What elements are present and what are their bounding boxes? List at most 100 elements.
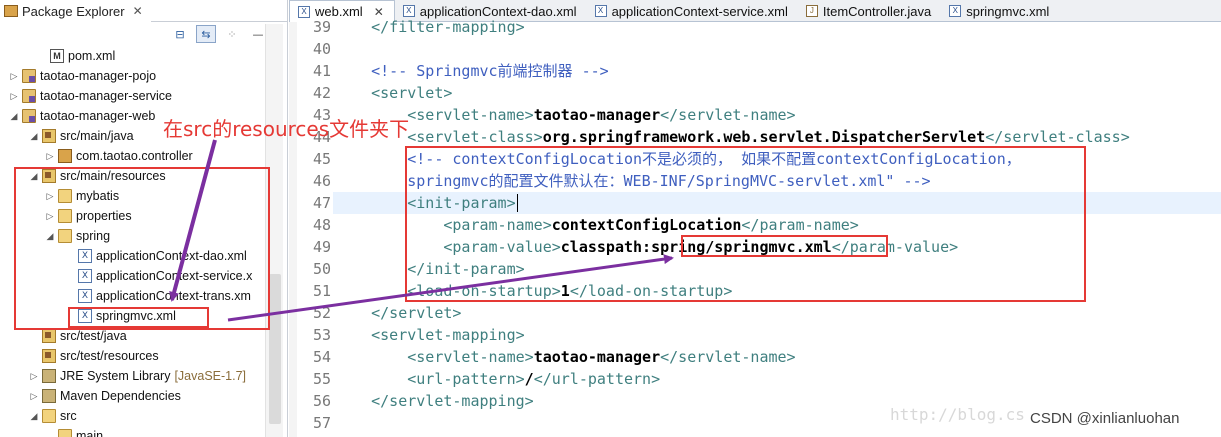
close-icon[interactable]: ✕ bbox=[133, 4, 143, 18]
code-line[interactable]: <servlet> bbox=[335, 82, 452, 104]
tree-item[interactable]: ▷ taotao-manager-pojo bbox=[8, 66, 156, 86]
code-token-text: org.springframework.web.servlet.Dispatch… bbox=[542, 128, 986, 146]
code-token-tag: <servlet-mapping> bbox=[335, 326, 525, 344]
library-icon bbox=[42, 369, 56, 383]
folder-icon bbox=[58, 429, 72, 437]
overview-ruler bbox=[289, 22, 297, 437]
code-line[interactable]: </servlet-mapping> bbox=[335, 390, 534, 412]
tree-item[interactable]: ▷ Maven Dependencies bbox=[28, 386, 181, 406]
tree-item-label: pom.xml bbox=[68, 49, 116, 63]
expanded-arrow-icon[interactable]: ◢ bbox=[8, 111, 20, 122]
tree-item-label: com.taotao.controller bbox=[76, 149, 193, 163]
code-token-tag: </servlet-name> bbox=[660, 106, 796, 124]
code-line[interactable]: </filter-mapping> bbox=[335, 16, 525, 38]
annotation-text: 在src的resources文件夹下 bbox=[163, 117, 410, 141]
collapsed-arrow-icon[interactable]: ▷ bbox=[8, 91, 20, 102]
code-token-tag: </servlet-name> bbox=[660, 348, 796, 366]
tree-item[interactable]: ▷ taotao-manager-service bbox=[8, 86, 172, 106]
line-number: 57 bbox=[312, 414, 331, 432]
line-number: 56 bbox=[312, 392, 331, 410]
code-token-tag: </servlet-mapping> bbox=[335, 392, 534, 410]
package-icon bbox=[58, 149, 72, 163]
line-number: 41 bbox=[312, 62, 331, 80]
classpath-highlight-box bbox=[681, 235, 888, 257]
code-token-tag: </filter-mapping> bbox=[335, 18, 525, 36]
editor-tab[interactable]: XapplicationContext-service.xml bbox=[587, 0, 798, 22]
code-line[interactable]: <servlet-name>taotao-manager</servlet-na… bbox=[335, 346, 796, 368]
line-number: 50 bbox=[312, 260, 331, 278]
tree-item[interactable]: ▷ com.taotao.controller bbox=[44, 146, 193, 166]
code-token-tag: </url-pattern> bbox=[533, 370, 661, 388]
code-line[interactable]: </servlet> bbox=[335, 302, 461, 324]
line-number: 46 bbox=[312, 172, 331, 190]
java-file-icon: J bbox=[805, 5, 818, 17]
code-token-tag: <servlet-name> bbox=[335, 348, 534, 366]
expanded-arrow-icon[interactable]: ◢ bbox=[28, 411, 40, 422]
editor-tab-label: ItemController.java bbox=[822, 3, 932, 19]
tree-item-label: src/test/resources bbox=[60, 349, 159, 363]
collapsed-arrow-icon[interactable]: ▷ bbox=[28, 371, 40, 382]
tree-item[interactable]: ◢ src bbox=[28, 406, 77, 426]
folder-icon bbox=[42, 409, 56, 423]
code-line[interactable]: <!-- Springmvc前端控制器 --> bbox=[335, 60, 609, 82]
editor-tab[interactable]: J ItemController.java bbox=[798, 0, 941, 22]
line-number: 53 bbox=[312, 326, 331, 344]
jre-version-label: [JavaSE-1.7] bbox=[174, 369, 247, 383]
init-param-highlight-box bbox=[405, 146, 1086, 302]
line-number: 47 bbox=[312, 194, 331, 212]
pom-xml-icon: M bbox=[50, 49, 64, 63]
springmvc-file-highlight-box bbox=[68, 307, 209, 328]
source-folder-icon bbox=[42, 349, 56, 363]
resources-highlight-box bbox=[14, 167, 270, 330]
collapsed-arrow-icon[interactable]: ▷ bbox=[8, 71, 20, 82]
tree-item-label: taotao-manager-pojo bbox=[40, 69, 157, 83]
expanded-arrow-icon[interactable]: ◢ bbox=[28, 131, 40, 142]
editor-tab-label: springmvc.xml bbox=[966, 3, 1050, 19]
code-line[interactable]: <servlet-mapping> bbox=[335, 324, 525, 346]
code-token-text: taotao-manager bbox=[533, 106, 661, 124]
line-number-gutter: 39 40 41 42 43 44 45 46 47 48 49 50 51 52 53 54 55 56 57 bbox=[297, 18, 333, 437]
source-folder-icon bbox=[42, 329, 56, 343]
project-icon bbox=[22, 69, 36, 83]
line-number: 39 bbox=[312, 18, 331, 36]
line-number: 49 bbox=[312, 238, 331, 256]
line-number: 55 bbox=[312, 370, 331, 388]
code-token-tag: </servlet> bbox=[335, 304, 462, 322]
tree-item[interactable]: ◢ taotao-manager-web bbox=[8, 106, 155, 126]
tree-item-label: src bbox=[60, 409, 77, 423]
collapsed-arrow-icon[interactable]: ▷ bbox=[44, 151, 56, 162]
tree-item-label: main bbox=[76, 429, 104, 437]
tree-item[interactable]: ◢ src/main/java bbox=[28, 126, 134, 146]
csdn-watermark: CSDN @xinlianluohan bbox=[1030, 410, 1180, 427]
tree-item-label: Maven Dependencies bbox=[60, 389, 181, 403]
link-with-editor-icon[interactable]: ⇆ bbox=[196, 25, 216, 43]
explorer-toolbar: ⊟ ⇆ ⁘ — bbox=[170, 25, 268, 43]
tree-item[interactable]: main bbox=[44, 426, 103, 437]
view-menu-icon[interactable]: ⁘ bbox=[222, 25, 242, 43]
editor-tab-label: applicationContext-service.xml bbox=[611, 3, 788, 19]
tree-item[interactable]: src/test/resources bbox=[28, 346, 159, 366]
tree-item-label: src/main/java bbox=[60, 129, 134, 143]
editor-tab[interactable]: Xspringmvc.xml bbox=[941, 0, 1059, 22]
code-token-tag: <url-pattern> bbox=[335, 370, 525, 388]
package-explorer-tab[interactable]: Package Explorer ✕ bbox=[0, 0, 151, 22]
tree-item[interactable]: ▷ JRE System Library [JavaSE-1.7] bbox=[28, 366, 246, 386]
code-token-tag: </servlet-class> bbox=[985, 128, 1130, 146]
code-token-tag: <servlet> bbox=[335, 84, 453, 102]
tree-item-label: JRE System Library bbox=[60, 369, 171, 383]
scrollbar-thumb[interactable] bbox=[269, 274, 281, 424]
code-token-text: taotao-manager bbox=[533, 348, 661, 366]
line-number: 45 bbox=[312, 150, 331, 168]
code-line[interactable]: <servlet-class>org.springframework.web.s… bbox=[335, 126, 1130, 148]
code-line[interactable]: <url-pattern>/</url-pattern> bbox=[335, 368, 660, 390]
collapse-all-icon[interactable]: ⊟ bbox=[170, 25, 190, 43]
blog-watermark: http://blog.cs bbox=[890, 405, 1025, 424]
tree-item[interactable]: Mpom.xml bbox=[36, 46, 115, 66]
library-icon bbox=[42, 389, 56, 403]
package-explorer-title: Package Explorer bbox=[22, 3, 125, 19]
line-number: 48 bbox=[312, 216, 331, 234]
package-explorer-icon bbox=[4, 5, 18, 17]
collapsed-arrow-icon[interactable]: ▷ bbox=[28, 391, 40, 402]
tree-item-label: src/test/java bbox=[60, 329, 127, 343]
project-icon bbox=[22, 89, 36, 103]
